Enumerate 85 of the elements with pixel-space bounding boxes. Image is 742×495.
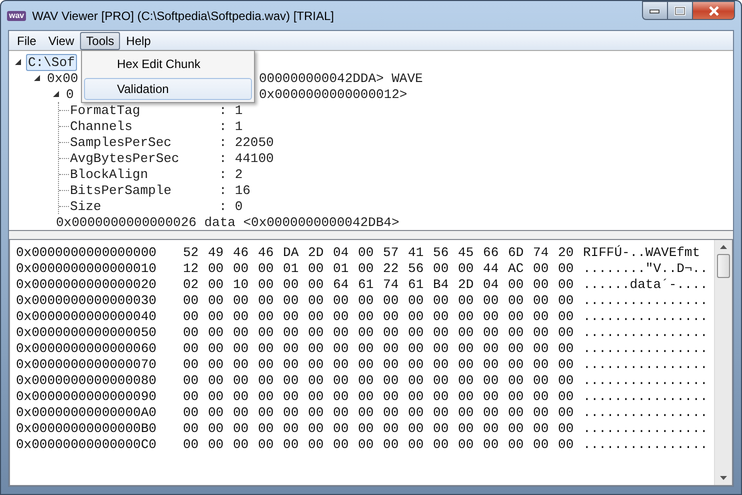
window-title: WAV Viewer [PRO] (C:\Softpedia\Softpedia.wav) [TRIAL] xyxy=(32,8,336,22)
hex-offset: 0x00000000000000A0 xyxy=(16,404,158,420)
field-value: 16 xyxy=(234,182,250,198)
tree-node-text: 0x0000000000000012> xyxy=(259,86,408,102)
field-name: BitsPerSample xyxy=(70,182,172,198)
hex-bytes: 00 00 00 00 00 00 00 00 00 00 00 00 00 00 00 00 xyxy=(183,324,575,340)
field-separator: : xyxy=(219,198,227,214)
field-name: FormatTag xyxy=(70,102,142,118)
field-value: 1 xyxy=(234,118,243,134)
hex-offset: 0x0000000000000070 xyxy=(16,356,158,372)
hex-ascii: ........"V..D¬.. xyxy=(583,260,708,276)
scrollbar[interactable] xyxy=(714,240,732,485)
minimize-icon xyxy=(649,8,661,14)
hex-ascii: RIFFÚ-..WAVEfmt xyxy=(583,244,700,260)
menu-item[interactable]: Help xyxy=(120,32,157,50)
hex-offset: 0x0000000000000090 xyxy=(16,388,158,404)
field-separator: : xyxy=(219,182,227,198)
hex-bytes: 12 00 00 00 01 00 01 00 22 56 00 00 44 AC 00 00 xyxy=(183,260,575,276)
minimize-button[interactable] xyxy=(642,1,668,20)
hex-bytes: 00 00 00 00 00 00 00 00 00 00 00 00 00 00 00 00 xyxy=(183,292,575,308)
maximize-button[interactable] xyxy=(667,1,693,20)
hex-ascii: ................ xyxy=(583,436,708,452)
hex-ascii: ................ xyxy=(583,340,708,356)
menu-option[interactable]: Validation xyxy=(84,78,252,100)
hex-bytes: 00 00 00 00 00 00 00 00 00 00 00 00 00 00 00 00 xyxy=(183,308,575,324)
hex-bytes: 52 49 46 46 DA 2D 04 00 57 41 56 45 66 6D 74 20 xyxy=(183,244,575,260)
close-icon xyxy=(708,6,720,16)
field-value: 2 xyxy=(234,166,243,182)
hex-ascii: ......data´-.... xyxy=(583,276,708,292)
field-separator: : xyxy=(219,118,227,134)
tree-node[interactable]: 0x0000000000000026 data <0x0000000000042DB4> xyxy=(54,214,402,230)
hex-ascii: ................ xyxy=(583,372,708,388)
field-name: AvgBytesPerSec xyxy=(70,150,180,166)
hex-bytes: 00 00 00 00 00 00 00 00 00 00 00 00 00 00 00 00 xyxy=(183,436,575,452)
field-value: 22050 xyxy=(234,134,274,150)
field-name: Channels xyxy=(70,118,134,134)
field-name: SamplesPerSec xyxy=(70,134,172,150)
hex-bytes: 00 00 00 00 00 00 00 00 00 00 00 00 00 00 00 00 xyxy=(183,340,575,356)
tree-node[interactable]: C:\Sof xyxy=(26,54,77,70)
collapse-arrow-icon[interactable] xyxy=(32,73,42,83)
app-icon: wav xyxy=(7,10,26,20)
field-value: 0 xyxy=(234,198,243,214)
hex-offset: 0x00000000000000B0 xyxy=(16,420,158,436)
field-separator: : xyxy=(219,166,227,182)
hex-offset: 0x00000000000000C0 xyxy=(16,436,158,452)
field-value: 44100 xyxy=(234,150,274,166)
tree-node[interactable]: 0 xyxy=(64,86,76,102)
hex-ascii: ................ xyxy=(583,308,708,324)
hex-offset: 0x0000000000000050 xyxy=(16,324,158,340)
hex-offset: 0x0000000000000060 xyxy=(16,340,158,356)
hex-ascii: ................ xyxy=(583,404,708,420)
hex-ascii: ................ xyxy=(583,356,708,372)
hex-offset: 0x0000000000000000 xyxy=(16,244,158,260)
hex-bytes: 00 00 00 00 00 00 00 00 00 00 00 00 00 00 00 00 xyxy=(183,372,575,388)
hex-ascii: ................ xyxy=(583,420,708,436)
hex-bytes: 00 00 00 00 00 00 00 00 00 00 00 00 00 00 00 00 xyxy=(183,404,575,420)
field-separator: : xyxy=(219,150,227,166)
hex-offset: 0x0000000000000030 xyxy=(16,292,158,308)
hex-ascii: ................ xyxy=(583,324,708,340)
maximize-icon xyxy=(674,6,686,16)
tree-node[interactable]: 0x00 xyxy=(45,70,80,86)
hex-bytes: 02 00 10 00 00 00 64 61 74 61 B4 2D 04 00 00 00 xyxy=(183,276,575,292)
hex-ascii: ................ xyxy=(583,388,708,404)
menu-item[interactable]: View xyxy=(42,32,80,50)
scroll-thumb[interactable] xyxy=(717,254,730,278)
hex-offset: 0x0000000000000010 xyxy=(16,260,158,276)
close-button[interactable] xyxy=(692,1,735,20)
hex-offset: 0x0000000000000080 xyxy=(16,372,158,388)
tree-node-text: 000000000042DDA> WAVE xyxy=(259,70,423,86)
hex-bytes: 00 00 00 00 00 00 00 00 00 00 00 00 00 00 00 00 xyxy=(183,420,575,436)
hex-offset: 0x0000000000000040 xyxy=(16,308,158,324)
collapse-arrow-icon[interactable] xyxy=(13,57,23,67)
hex-ascii: ................ xyxy=(583,292,708,308)
menu-item[interactable]: Tools xyxy=(80,32,120,50)
field-name: Size xyxy=(70,198,102,214)
hex-bytes: 00 00 00 00 00 00 00 00 00 00 00 00 00 00 00 00 xyxy=(183,356,575,372)
field-name: BlockAlign xyxy=(70,166,150,182)
field-separator: : xyxy=(219,134,227,150)
collapse-arrow-icon[interactable] xyxy=(51,89,61,99)
menu-option[interactable]: Hex Edit Chunk xyxy=(84,53,252,75)
hex-offset: 0x0000000000000020 xyxy=(16,276,158,292)
field-value: 1 xyxy=(234,102,243,118)
field-separator: : xyxy=(219,102,227,118)
menu-item[interactable]: File xyxy=(11,32,42,50)
hex-bytes: 00 00 00 00 00 00 00 00 00 00 00 00 00 00 00 00 xyxy=(183,388,575,404)
